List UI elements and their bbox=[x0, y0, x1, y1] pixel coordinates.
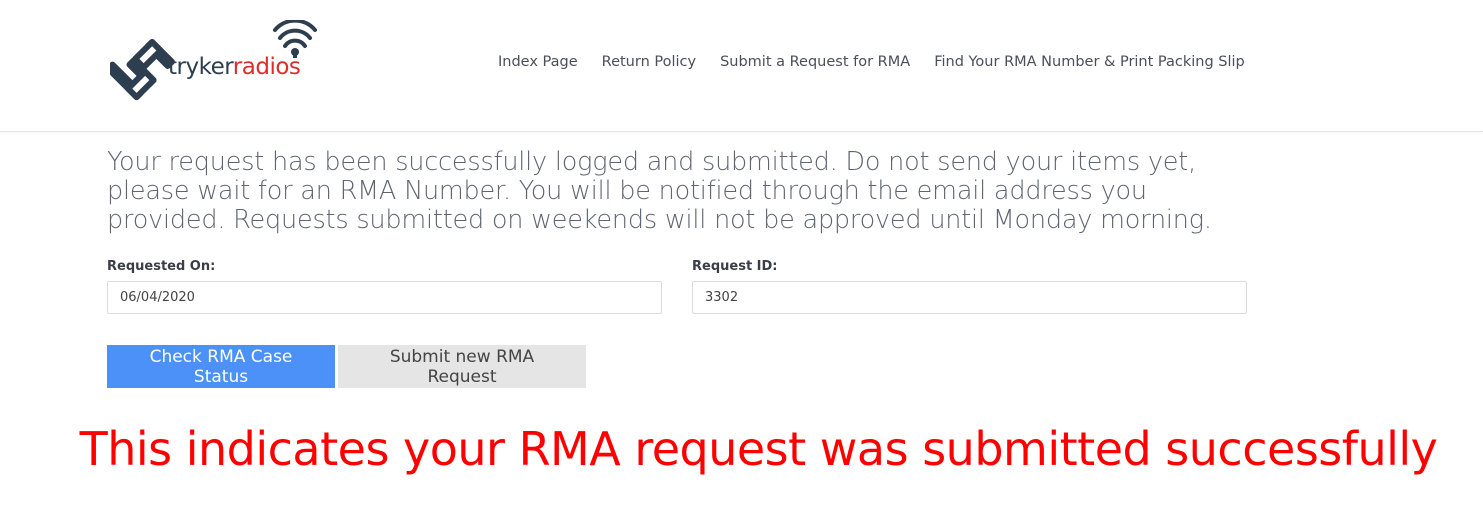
main-nav: Index Page Return Policy Submit a Reques… bbox=[498, 54, 1245, 70]
check-rma-status-button[interactable]: Check RMA Case Status bbox=[107, 345, 335, 388]
annotation-caption: This indicates your RMA request was subm… bbox=[79, 422, 1438, 476]
requested-on-field[interactable] bbox=[107, 281, 662, 314]
requested-on-label: Requested On: bbox=[107, 259, 216, 274]
logo-wordmark-part2: radios bbox=[232, 54, 301, 80]
nav-item-index-page[interactable]: Index Page bbox=[498, 54, 578, 70]
site-header: trykerradios Index Page Return Policy Su… bbox=[0, 0, 1483, 132]
submit-new-rma-button[interactable]: Submit new RMA Request bbox=[338, 345, 586, 388]
request-id-label: Request ID: bbox=[692, 259, 778, 274]
nav-item-submit-rma[interactable]: Submit a Request for RMA bbox=[720, 54, 910, 70]
logo-wordmark: trykerradios bbox=[168, 54, 301, 80]
nav-item-find-rma[interactable]: Find Your RMA Number & Print Packing Sli… bbox=[934, 54, 1245, 70]
success-message: Your request has been successfully logge… bbox=[107, 147, 1212, 235]
signal-icon bbox=[273, 20, 317, 58]
logo[interactable]: trykerradios bbox=[110, 20, 332, 102]
logo-wordmark-part1: tryker bbox=[168, 54, 233, 80]
request-id-field[interactable] bbox=[692, 281, 1247, 314]
nav-item-return-policy[interactable]: Return Policy bbox=[602, 54, 696, 70]
